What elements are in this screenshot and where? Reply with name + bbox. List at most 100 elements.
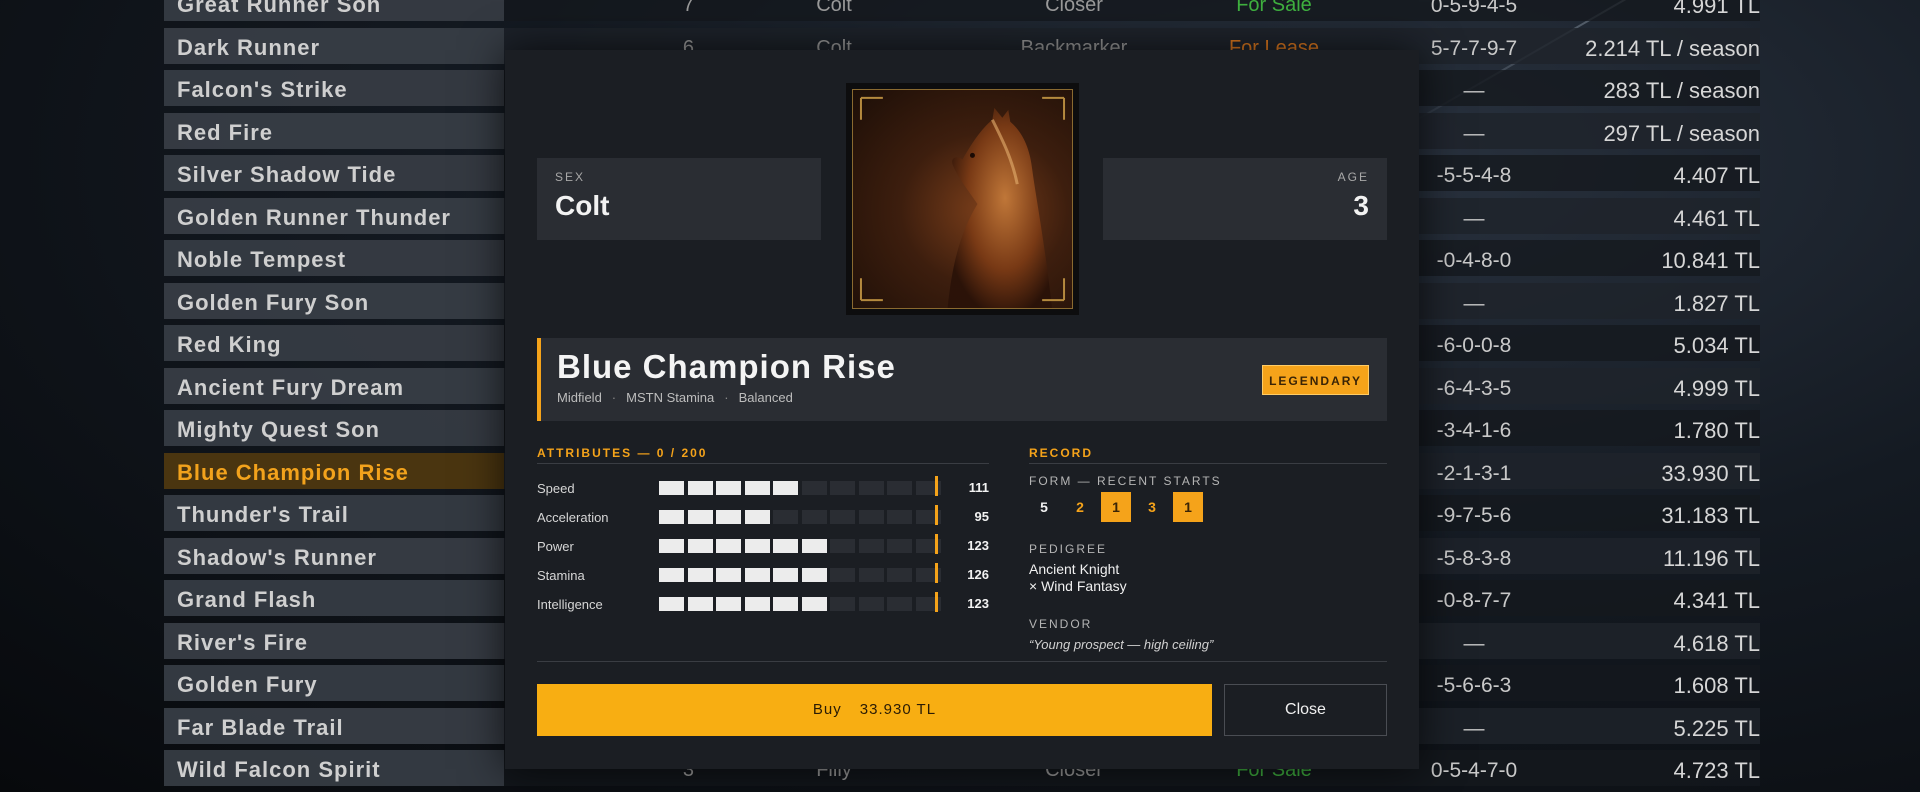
attribute-segment bbox=[744, 510, 770, 524]
horse-name-cell: River's Fire bbox=[177, 629, 308, 655]
attribute-bar bbox=[659, 597, 941, 611]
buy-price: 33.930 TL bbox=[859, 701, 937, 718]
attribute-segment bbox=[687, 568, 713, 582]
attribute-label: Stamina bbox=[537, 568, 585, 583]
attribute-segment bbox=[801, 597, 827, 611]
attribute-segment bbox=[830, 481, 855, 495]
attribute-segment bbox=[687, 597, 713, 611]
age-value: 3 bbox=[1353, 190, 1369, 221]
price-cell: 31.183 TL bbox=[1661, 503, 1760, 528]
horse-title-bar: Blue Champion Rise Midfield · MSTN Stamina… bbox=[537, 338, 1387, 421]
price-cell: 5.225 TL bbox=[1673, 715, 1760, 741]
buy-button[interactable]: Buy 33.930 TL bbox=[537, 684, 1212, 736]
attribute-segment bbox=[659, 568, 684, 582]
meta-position: Midfield bbox=[557, 390, 602, 405]
form-chip: 3 bbox=[1148, 499, 1156, 515]
price-cell: 4.999 TL bbox=[1673, 375, 1760, 401]
attribute-segment bbox=[801, 539, 827, 553]
attribute-segment bbox=[858, 539, 884, 553]
horse-list-row[interactable]: Great Runner Son 7 Colt Closer For Sale 0-5-9… bbox=[164, 0, 1760, 25]
form-cell: -9-7-5-6 bbox=[1436, 504, 1512, 527]
status-cell: For Sale bbox=[1236, 0, 1312, 16]
attribute-segment bbox=[858, 510, 884, 524]
form-cell: 0-5-9-4-5 bbox=[1430, 0, 1518, 17]
attribute-segment bbox=[773, 597, 798, 611]
form-cell: -5-8-3-8 bbox=[1436, 546, 1512, 570]
pedigree-label: PEDIGREE bbox=[1029, 542, 1108, 556]
horse-name-cell: Red King bbox=[177, 332, 282, 357]
attribute-segment bbox=[830, 539, 855, 553]
form-cell: -5-5-4-8 bbox=[1436, 164, 1512, 187]
form-cell: — bbox=[1463, 206, 1485, 230]
attribute-value: 95 bbox=[974, 509, 989, 524]
price-cell: 4.341 TL bbox=[1673, 588, 1760, 613]
price-cell: 33.930 TL bbox=[1661, 460, 1760, 486]
attribute-segment bbox=[773, 510, 798, 524]
attribute-segment bbox=[801, 568, 827, 582]
attribute-segment bbox=[887, 597, 912, 611]
attribute-row: Power 123 bbox=[537, 534, 989, 556]
attribute-segment bbox=[659, 597, 684, 611]
horse-name-cell: Wild Falcon Spirit bbox=[177, 757, 381, 782]
close-button[interactable]: Close bbox=[1224, 684, 1387, 736]
form-cell: — bbox=[1463, 121, 1485, 145]
horse-name: Blue Champion Rise bbox=[557, 348, 896, 385]
attribute-segment bbox=[659, 481, 684, 495]
price-cell: 4.461 TL bbox=[1673, 205, 1760, 231]
form-cell: -3-4-1-6 bbox=[1436, 419, 1512, 442]
meta-temperament: Balanced bbox=[738, 390, 793, 405]
attribute-bar bbox=[659, 510, 941, 524]
form-chip: 1 bbox=[1101, 492, 1131, 522]
footer-divider bbox=[537, 661, 1387, 662]
form-cell: -5-6-6-3 bbox=[1436, 674, 1512, 697]
attribute-segment bbox=[773, 539, 798, 553]
price-cell: 10.841 TL bbox=[1661, 248, 1760, 273]
horse-name-cell: Silver Shadow Tide bbox=[177, 162, 397, 187]
price-cell: 4.723 TL bbox=[1673, 758, 1760, 783]
age-box: AGE 3 bbox=[1103, 158, 1387, 240]
horse-name-cell: Dark Runner bbox=[177, 34, 321, 60]
attribute-segment bbox=[716, 510, 741, 524]
sex-value: Colt bbox=[555, 190, 610, 221]
attribute-segment bbox=[744, 481, 770, 495]
attribute-segment bbox=[887, 568, 912, 582]
meta-separator: · bbox=[724, 390, 729, 405]
number-cell: 7 bbox=[682, 0, 694, 16]
form-chip: 5 bbox=[1040, 499, 1048, 515]
horse-name-cell: Mighty Quest Son bbox=[177, 417, 380, 442]
attribute-segment bbox=[887, 539, 912, 553]
attribute-segment bbox=[687, 510, 713, 524]
form-cell: — bbox=[1463, 291, 1485, 315]
attribute-row: Intelligence 123 bbox=[537, 592, 989, 614]
attribute-segment bbox=[716, 568, 741, 582]
form-cell: -6-0-0-8 bbox=[1436, 334, 1512, 357]
record-divider bbox=[1029, 463, 1387, 464]
horse-name-cell: Red Fire bbox=[177, 119, 274, 145]
price-cell: 297 TL / season bbox=[1603, 120, 1760, 146]
age-label: AGE bbox=[1337, 170, 1369, 184]
horse-name-cell: Falcon's Strike bbox=[177, 77, 348, 102]
attribute-segment bbox=[773, 481, 798, 495]
price-cell: 1.608 TL bbox=[1673, 673, 1760, 698]
sex-label: SEX bbox=[555, 170, 586, 184]
attribute-value: 123 bbox=[967, 538, 989, 553]
horse-name-cell: Golden Fury Son bbox=[177, 289, 370, 315]
sex-box: SEX Colt bbox=[537, 158, 821, 240]
attribute-bar bbox=[659, 481, 941, 495]
attribute-segment bbox=[716, 539, 741, 553]
horse-name-cell: Far Blade Trail bbox=[177, 714, 344, 740]
attribute-segment bbox=[744, 597, 770, 611]
attributes-divider bbox=[537, 463, 989, 464]
vendor-label: VENDOR bbox=[1029, 617, 1093, 631]
horse-portrait bbox=[846, 83, 1079, 315]
price-cell: 4.991 TL bbox=[1673, 0, 1760, 18]
horse-name-cell: Golden Fury bbox=[177, 672, 318, 697]
attribute-segment bbox=[830, 568, 855, 582]
form-chip: 1 bbox=[1173, 492, 1203, 522]
horse-meta: Midfield · MSTN Stamina · Balanced bbox=[557, 390, 793, 405]
form-cell: -6-4-3-5 bbox=[1436, 376, 1512, 400]
form-cell: 5-7-7-9-7 bbox=[1430, 36, 1518, 60]
horse-name-cell: Noble Tempest bbox=[177, 247, 347, 272]
attribute-cap-marker bbox=[935, 563, 938, 583]
attributes-title: ATTRIBUTES — 0 / 200 bbox=[537, 446, 708, 460]
